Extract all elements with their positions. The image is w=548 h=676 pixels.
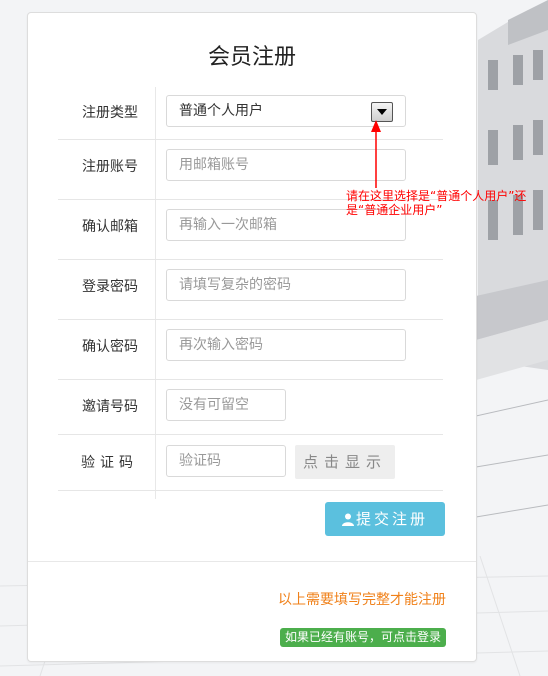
show-captcha-button[interactable]: 点击显示 <box>295 445 395 479</box>
annotation-note: 请在这里选择是“普通个人用户”还是“普通企业用户” <box>346 189 527 217</box>
invite-label: 邀请号码 <box>82 399 138 415</box>
row-divider <box>58 490 443 491</box>
confirm-password-input[interactable]: 再次输入密码 <box>166 329 406 361</box>
captcha-label: 验证码 <box>81 455 138 471</box>
row-divider <box>58 259 443 260</box>
footer-divider <box>28 561 476 562</box>
type-label: 注册类型 <box>82 105 138 121</box>
confirm-password-label: 确认密码 <box>82 339 138 355</box>
label-column-divider <box>155 87 156 499</box>
password-label: 登录密码 <box>82 279 138 295</box>
confirm-email-label: 确认邮箱 <box>82 219 138 235</box>
invite-input[interactable]: 没有可留空 <box>166 389 286 421</box>
page-title: 会员注册 <box>207 45 296 70</box>
row-divider <box>58 319 443 320</box>
required-note: 以上需要填写完整才能注册 <box>278 592 446 608</box>
row-divider <box>58 434 443 435</box>
annotation-arrow-icon <box>371 120 381 188</box>
submit-register-button[interactable]: 提交注册 <box>325 502 445 536</box>
dropdown-arrow-icon[interactable] <box>371 102 393 122</box>
login-link[interactable]: 如果已经有账号，可点击登录 <box>279 628 446 647</box>
user-icon <box>341 513 354 526</box>
row-divider <box>58 379 443 380</box>
registration-panel: 会员注册 注册类型 普通个人用户 注册账号 用邮箱账号 确认邮箱 再输入一次邮箱… <box>27 12 477 662</box>
submit-label: 提交注册 <box>355 510 428 528</box>
account-label: 注册账号 <box>82 159 138 175</box>
password-input[interactable]: 请填写复杂的密码 <box>166 269 406 301</box>
user-type-value: 普通个人用户 <box>179 103 263 119</box>
captcha-input[interactable]: 验证码 <box>166 445 286 477</box>
